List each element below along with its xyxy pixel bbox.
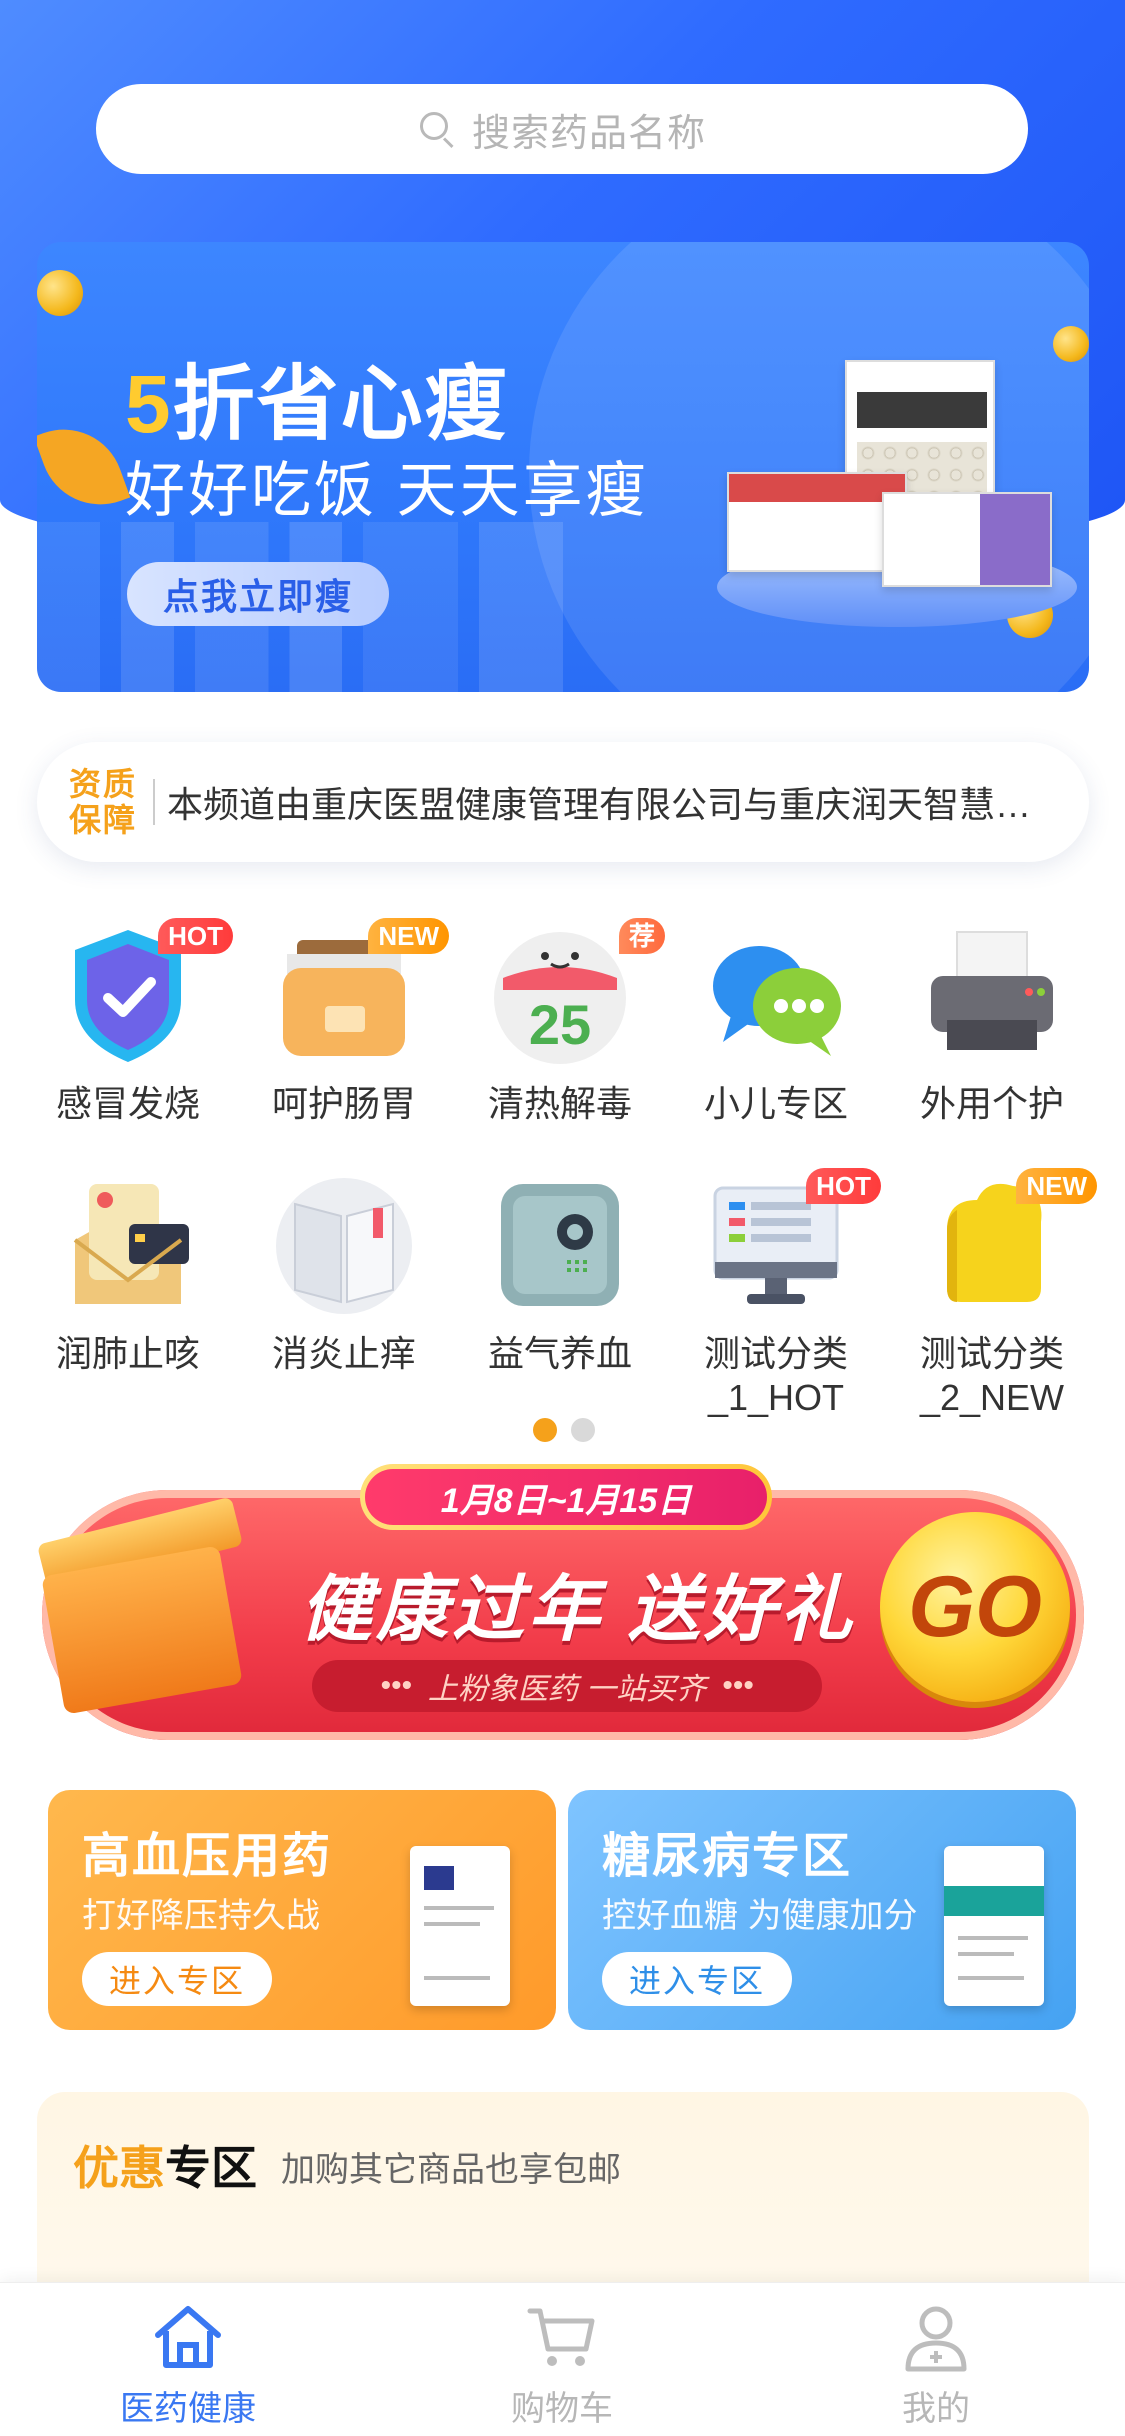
tab-home[interactable]: 医药健康 [58, 2297, 318, 2430]
medicine-box-image [410, 1846, 510, 2006]
promo-date-badge: 1月8日~1月15日 [360, 1464, 772, 1530]
card-title: 高血压用药 [82, 1830, 333, 1883]
printer-icon [917, 920, 1067, 1070]
search-placeholder: 搜索药品名称 [471, 112, 706, 155]
banner-ribbon [37, 412, 131, 522]
category-item[interactable]: NEW 呵护肠胃 [236, 918, 452, 1126]
category-item[interactable]: HOT 感冒发烧 [20, 918, 236, 1126]
promo-title: 健康过年 送好礼 [300, 1570, 857, 1650]
card-title: 糖尿病专区 [602, 1830, 853, 1883]
home-icon [148, 2297, 228, 2377]
category-item[interactable]: 小儿专区 [668, 920, 884, 1126]
main-banner[interactable]: 5折省心瘦 好好吃饭 天天享瘦 点我立即瘦 [37, 242, 1089, 692]
qualification-notice[interactable]: 资质 保障 本频道由重庆医盟健康管理有限公司与重庆润天智慧… [37, 742, 1089, 862]
banner-subtitle: 好好吃饭 天天享瘦 [125, 457, 649, 524]
notice-text: 本频道由重庆医盟健康管理有限公司与重庆润天智慧… [167, 784, 1032, 825]
tab-cart[interactable]: 购物车 [432, 2297, 692, 2430]
category-pager[interactable] [533, 1418, 595, 1442]
new-badge: NEW [368, 918, 449, 954]
enter-zone-button[interactable]: 进入专区 [82, 1952, 272, 2006]
safe-icon [485, 1170, 635, 1320]
card-subtitle: 打好降压持久战 [82, 1897, 320, 1935]
promo-go-button[interactable]: GO [880, 1512, 1070, 1702]
category-item[interactable]: 润肺止咳 [20, 1170, 236, 1376]
svg-text:25: 25 [529, 993, 591, 1056]
coin-icon [37, 270, 83, 316]
hypertension-card[interactable]: 高血压用药 打好降压持久战 进入专区 [48, 1790, 556, 2030]
divider [153, 779, 155, 825]
hot-badge: HOT [158, 918, 233, 954]
promo-subtitle: ••• 上粉象医药 一站买齐 ••• [312, 1660, 822, 1712]
product-box-image [727, 472, 907, 572]
shield-icon: HOT [53, 918, 233, 1070]
cart-icon [522, 2297, 602, 2377]
category-label: 测试分类_2_NEW [919, 1333, 1065, 1418]
card-subtitle: 控好血糖 为健康加分 [602, 1897, 918, 1935]
category-label: 感冒发烧 [55, 1083, 200, 1124]
category-label: 润肺止咳 [55, 1333, 200, 1374]
new-badge: NEW [1016, 1168, 1097, 1204]
calendar-icon: 25 荐 [485, 918, 665, 1070]
recommend-badge: 荐 [618, 918, 665, 954]
user-icon [896, 2297, 976, 2377]
category-label: 小儿专区 [703, 1083, 848, 1124]
category-item[interactable]: 益气养血 [452, 1170, 668, 1376]
mail-card-icon [53, 1170, 203, 1320]
category-label: 测试分类_1_HOT [703, 1333, 848, 1418]
bottom-tab-bar: 医药健康 购物车 我的 [0, 2282, 1125, 2436]
pager-dot[interactable] [571, 1418, 595, 1442]
cloud-icon: NEW [917, 1168, 1097, 1320]
category-item[interactable]: NEW 测试分类_2_NEW [884, 1168, 1100, 1420]
category-label: 益气养血 [487, 1333, 632, 1374]
tab-label: 我的 [902, 2390, 970, 2428]
tab-label: 医药健康 [120, 2390, 256, 2428]
banner-title: 5折省心瘦 [125, 359, 509, 450]
category-item[interactable]: 外用个护 [884, 920, 1100, 1126]
medicine-box-image [944, 1846, 1044, 2006]
pager-dot-active[interactable] [533, 1418, 557, 1442]
coin-icon [1053, 326, 1089, 362]
search-bar[interactable]: 搜索药品名称 [96, 84, 1028, 174]
category-label: 呵护肠胃 [271, 1083, 416, 1124]
category-item[interactable]: 25 荐 清热解毒 [452, 918, 668, 1126]
banner-cta-button[interactable]: 点我立即瘦 [127, 562, 389, 626]
category-label: 消炎止痒 [271, 1333, 416, 1374]
category-item[interactable]: HOT 测试分类_1_HOT [668, 1168, 884, 1420]
diabetes-card[interactable]: 糖尿病专区 控好血糖 为健康加分 进入专区 [568, 1790, 1076, 2030]
enter-zone-button[interactable]: 进入专区 [602, 1952, 792, 2006]
search-icon [418, 110, 456, 149]
notice-tag: 资质 保障 [69, 766, 138, 838]
tab-label: 购物车 [511, 2390, 613, 2428]
product-box-image [882, 492, 1052, 587]
category-label: 清热解毒 [487, 1083, 632, 1124]
section-subtitle: 加购其它商品也享包邮 [281, 2151, 621, 2189]
category-item[interactable]: 消炎止痒 [236, 1170, 452, 1376]
tab-profile[interactable]: 我的 [806, 2297, 1066, 2430]
folder-icon: NEW [269, 918, 449, 1070]
monitor-icon: HOT [701, 1168, 881, 1320]
section-title: 优惠专区 [73, 2142, 257, 2194]
book-icon [269, 1170, 419, 1320]
hot-badge: HOT [806, 1168, 881, 1204]
category-label: 外用个护 [919, 1083, 1064, 1124]
chat-bubbles-icon [701, 920, 851, 1070]
